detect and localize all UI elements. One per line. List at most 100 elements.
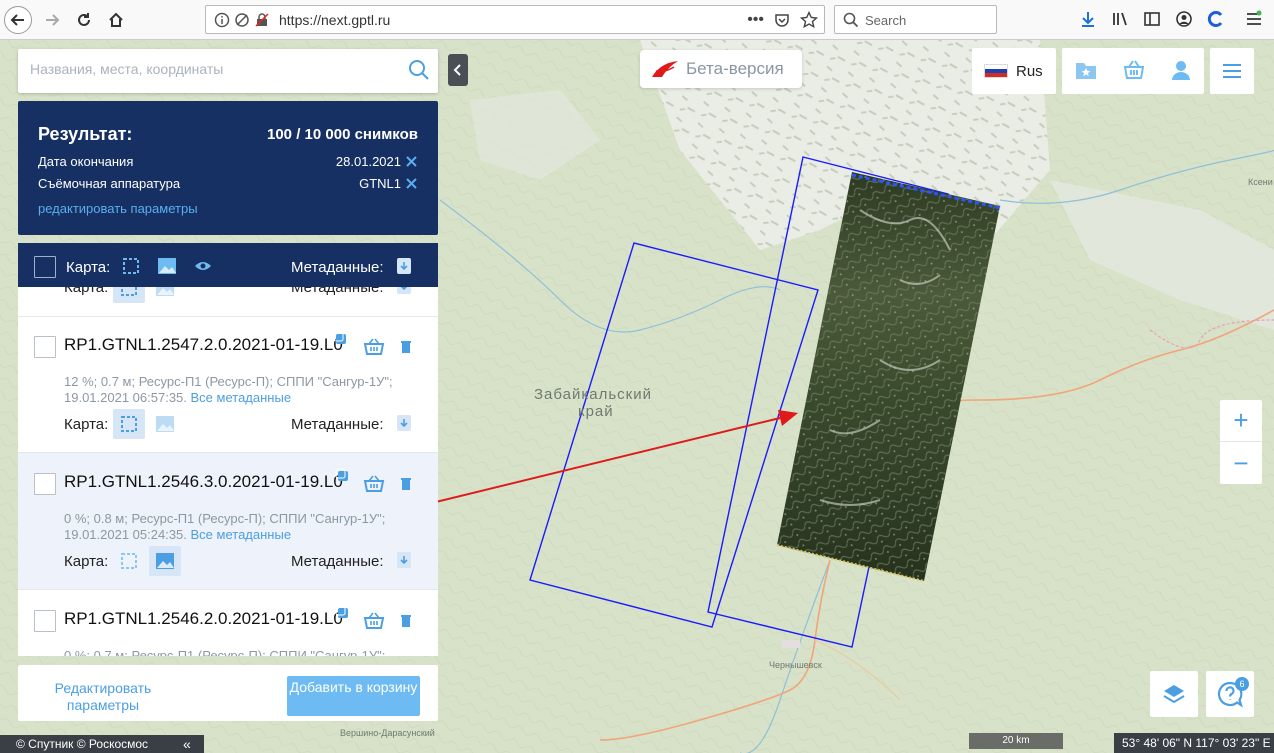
extension-c-icon[interactable] — [1205, 8, 1227, 30]
image-toggle-icon[interactable] — [149, 409, 181, 439]
account-icon[interactable] — [1173, 8, 1195, 30]
url-bar[interactable]: https://next.gptl.ru ••• — [205, 5, 825, 34]
remove-filter-close-icon[interactable] — [405, 177, 418, 190]
image-toggle-icon[interactable] — [151, 251, 183, 281]
tracking-protection-icon[interactable] — [234, 12, 250, 28]
home-icon — [109, 12, 123, 27]
item-name[interactable]: RP1.GTNL1.2546.3.0.2021-01-19.L0 — [64, 472, 343, 492]
collapse-attribution-icon[interactable]: « — [183, 735, 191, 753]
zoom-in-button[interactable]: + — [1220, 400, 1262, 442]
help-badge: 6 — [1235, 677, 1249, 691]
cart-icon[interactable] — [1122, 59, 1146, 84]
copy-icon[interactable] — [335, 605, 349, 619]
results-list: Карта: Метаданные: Карта: Метаданные: RP — [18, 243, 438, 656]
filter-value: GTNL1 — [359, 176, 401, 191]
hamburger-icon — [1223, 64, 1241, 78]
filter-label: Дата окончания — [38, 154, 134, 169]
place-search-input[interactable] — [30, 61, 400, 77]
delete-icon[interactable] — [400, 477, 412, 491]
beta-label: Бета-версия — [686, 59, 784, 78]
place-search-box[interactable] — [18, 49, 438, 93]
item-checkbox[interactable] — [34, 610, 56, 632]
sidebar-toggle-icon[interactable] — [1141, 8, 1163, 30]
add-to-cart-icon[interactable] — [363, 612, 385, 630]
copy-icon[interactable] — [335, 468, 349, 482]
metadata-label: Метаданные: — [291, 259, 384, 276]
item-checkbox[interactable] — [34, 473, 56, 495]
layers-button[interactable] — [1150, 671, 1198, 717]
result-count: 100 / 10 000 снимков — [267, 126, 418, 143]
collapse-panel-button[interactable] — [448, 54, 468, 86]
download-metadata-icon[interactable] — [396, 414, 412, 432]
url-security-icons — [214, 12, 270, 28]
item-meta: 0 %; 0.7 м; Ресурс-П1 (Ресурс-П); СППИ "… — [64, 648, 414, 656]
add-to-cart-icon[interactable] — [363, 475, 385, 493]
download-metadata-icon[interactable] — [396, 551, 412, 569]
edit-parameters-button[interactable]: Редактировать параметры — [52, 680, 154, 714]
coordinates-readout: 53° 48' 06" N 117° 03' 23" E — [1114, 733, 1274, 753]
insecure-lock-icon[interactable] — [254, 12, 270, 28]
footprint-toggle-icon[interactable] — [113, 409, 145, 439]
delete-icon[interactable] — [400, 340, 412, 354]
delete-icon[interactable] — [400, 614, 412, 628]
beta-badge: Бета-версия — [640, 50, 802, 88]
map-copyright: © Спутник © Роскосмос « — [0, 735, 204, 753]
item-name[interactable]: RP1.GTNL1.2547.2.0.2021-01-19.L0 — [64, 335, 343, 355]
copyright-text: © Спутник © Роскосмос — [16, 737, 149, 751]
library-icon[interactable] — [1109, 8, 1131, 30]
result-summary: Результат: 100 / 10 000 снимков Дата око… — [18, 101, 438, 235]
town-label: Вершино-Дарасунский — [340, 728, 435, 738]
list-header: Карта: Метаданные: — [18, 243, 438, 287]
remove-filter-close-icon[interactable] — [405, 155, 418, 168]
map-label: Карта: — [66, 259, 111, 276]
user-profile-icon[interactable] — [1170, 59, 1192, 84]
footprint-toggle-icon[interactable] — [115, 251, 147, 281]
list-item[interactable]: RP1.GTNL1.2547.2.0.2021-01-19.L0 12 %; 0… — [18, 316, 438, 453]
zoom-control: + − — [1220, 400, 1262, 484]
list-footer: Редактировать параметры Добавить в корзи… — [18, 665, 438, 721]
home-button[interactable] — [102, 6, 130, 34]
add-to-cart-icon[interactable] — [363, 338, 385, 356]
downloads-icon[interactable] — [1077, 8, 1099, 30]
reload-button[interactable] — [70, 6, 98, 34]
all-metadata-link[interactable]: Все метаданные — [191, 527, 292, 542]
list-item[interactable]: RP1.GTNL1.2546.2.0.2021-01-19.L0 0 %; 0.… — [18, 590, 438, 656]
edit-parameters-link[interactable]: редактировать параметры — [38, 201, 198, 216]
url-text[interactable]: https://next.gptl.ru — [279, 12, 390, 28]
bookmark-star-icon[interactable] — [800, 11, 818, 29]
region-label-2: край — [578, 403, 614, 420]
user-tools — [1062, 48, 1204, 94]
help-button[interactable]: 6 — [1206, 671, 1254, 717]
list-item-selected[interactable]: RP1.GTNL1.2546.3.0.2021-01-19.L0 0 %; 0.… — [18, 453, 438, 590]
language-label: Rus — [1016, 62, 1043, 80]
zoom-out-button[interactable]: − — [1220, 442, 1262, 484]
add-to-cart-button[interactable]: Добавить в корзину — [287, 676, 420, 716]
item-name[interactable]: RP1.GTNL1.2546.2.0.2021-01-19.L0 — [64, 609, 343, 629]
forward-button[interactable] — [38, 6, 66, 34]
page-actions-icon[interactable]: ••• — [747, 11, 764, 29]
download-metadata-icon[interactable] — [396, 257, 412, 275]
all-metadata-link[interactable]: Все метаданные — [191, 390, 292, 405]
result-title: Результат: — [38, 124, 133, 144]
main-menu-button[interactable] — [1210, 48, 1254, 94]
map-label: Карта: — [64, 416, 109, 433]
browser-menu-icon[interactable] — [1243, 8, 1265, 30]
select-all-checkbox[interactable] — [34, 256, 56, 278]
item-checkbox[interactable] — [34, 336, 56, 358]
layers-icon — [1163, 685, 1185, 704]
pocket-icon[interactable] — [774, 12, 790, 28]
filter-row: Съёмочная аппаратура GTNL1 — [38, 176, 418, 191]
browser-search-bar[interactable]: Search — [834, 5, 997, 34]
search-icon[interactable] — [408, 59, 430, 84]
item-meta-text: 0 %; 0.7 м; Ресурс-П1 (Ресурс-П); СППИ "… — [64, 648, 386, 656]
eye-icon[interactable] — [187, 251, 219, 281]
footprint-toggle-icon[interactable] — [113, 546, 145, 576]
back-button[interactable] — [4, 6, 32, 34]
info-icon[interactable] — [214, 12, 230, 28]
favorites-folder-icon[interactable] — [1074, 59, 1098, 84]
copy-icon[interactable] — [333, 331, 347, 345]
language-switch[interactable]: Rus — [972, 48, 1056, 94]
reload-icon — [78, 13, 90, 26]
item-meta: 0 %; 0.8 м; Ресурс-П1 (Ресурс-П); СППИ "… — [64, 511, 414, 543]
image-toggle-icon[interactable] — [149, 546, 181, 576]
